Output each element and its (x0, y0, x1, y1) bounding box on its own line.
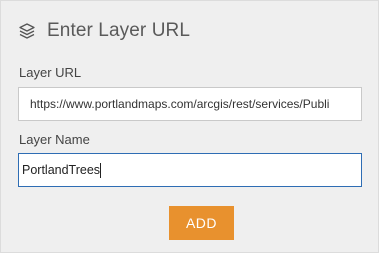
layer-name-label: Layer Name (19, 132, 90, 147)
panel-header: Enter Layer URL (17, 18, 190, 44)
layer-url-label: Layer URL (19, 65, 82, 80)
add-button[interactable]: ADD (169, 206, 234, 240)
add-layer-url-panel: Enter Layer URL Layer URL https://www.po… (0, 0, 379, 253)
layer-name-value: PortlandTrees (22, 163, 101, 177)
text-caret (100, 162, 102, 178)
layer-name-input[interactable]: PortlandTrees (18, 153, 362, 187)
panel-title: Enter Layer URL (47, 20, 191, 41)
layers-icon (17, 21, 37, 41)
layer-url-value: https://www.portlandmaps.com/arcgis/rest… (30, 97, 330, 111)
layer-url-input[interactable]: https://www.portlandmaps.com/arcgis/rest… (18, 87, 362, 121)
